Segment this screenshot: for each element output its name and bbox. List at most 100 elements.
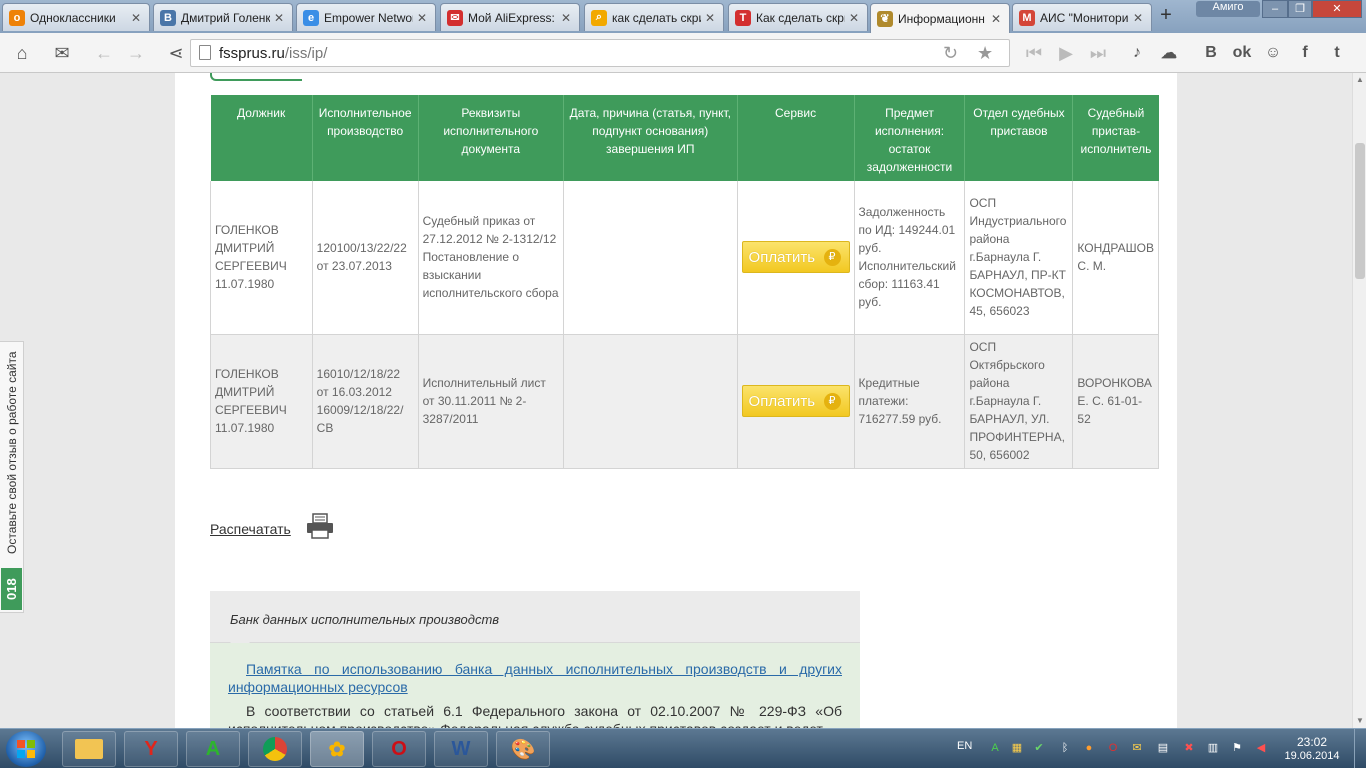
media-play-icon[interactable]: ▶ [1052,39,1080,67]
scroll-down-icon[interactable]: ▼ [1355,716,1365,726]
memo-link[interactable]: Памятка по использованию банка данных ис… [228,661,842,695]
browser-tab[interactable]: ✉ Мой AliExpress: У ✕ [440,3,580,31]
checkmark-tray-icon[interactable]: ✔ [1032,741,1046,755]
browser-tab[interactable]: M АИС "Монитори ✕ [1012,3,1152,31]
music-icon[interactable]: ♪ [1124,40,1150,66]
odnoklassniki-icon[interactable]: ok [1229,40,1255,66]
tray-app-icon[interactable]: ● [1082,741,1096,755]
address-bar[interactable]: fssprus.ru/iss/ip/ ↻ ★ [190,39,1010,67]
chat-icon[interactable]: ☁ [1156,40,1182,66]
feedback-label: Оставьте свой отзыв о работе сайта [5,351,19,555]
column-header-document: Реквизиты исполнительного документа [418,95,565,181]
back-icon[interactable]: ← [90,39,118,67]
bank-panel-title: Банк данных исполнительных производств [210,591,860,643]
header-decoration [210,73,302,81]
cell-debtor: ГОЛЕНКОВ ДМИТРИЙ СЕРГЕЕВИЧ 11.07.1980 [210,181,313,335]
vk-icon[interactable]: B [1198,40,1224,66]
close-window-button[interactable]: ✕ [1312,0,1362,18]
reload-icon[interactable]: ↻ [943,43,958,64]
amigo-icon[interactable]: A [186,731,240,767]
vertical-scrollbar[interactable]: ▲ ▼ [1352,73,1366,728]
print-link[interactable]: Распечатать [210,521,291,537]
forward-icon[interactable]: → [122,39,150,67]
pay-button-label: Оплатить [748,392,816,410]
page-icon [199,45,211,60]
close-tab-icon[interactable]: ✕ [274,11,286,25]
close-tab-icon[interactable]: ✕ [561,11,573,25]
page-icon: T [735,9,751,26]
cell-completion [563,334,738,469]
close-tab-icon[interactable]: ✕ [991,12,1003,26]
home-icon[interactable]: ⌂ [8,39,36,67]
browser-tab[interactable]: e Empower Networ ✕ [296,3,436,31]
close-tab-icon[interactable]: ✕ [1133,11,1145,25]
browser-tab[interactable]: T Как сделать скри ✕ [728,3,868,31]
word-icon[interactable]: W [434,731,488,767]
paint-icon[interactable]: 🎨 [496,731,550,767]
close-tab-icon[interactable]: ✕ [705,11,717,25]
opera-tray-icon[interactable]: O [1106,741,1120,755]
no-connection-icon[interactable]: ✖ [1182,741,1196,755]
table-header-row: Должник Исполнительное производство Рекв… [210,95,1159,181]
volume-muted-icon[interactable]: ◀ [1254,741,1268,755]
ruble-icon: ₽ [823,393,841,410]
close-tab-icon[interactable]: ✕ [849,11,861,25]
show-desktop-button[interactable] [1354,729,1366,768]
feedback-tab[interactable]: Оставьте свой отзыв о работе сайта 018 [0,341,24,613]
network-icon[interactable]: ▥ [1206,741,1220,755]
amigo-tray-icon[interactable]: A [988,741,1002,755]
system-clock[interactable]: 23:02 19.06.2014 [1280,735,1344,763]
browser-tab[interactable]: В Дмитрий Голенк ✕ [153,3,293,31]
bluetooth-icon[interactable]: ᛒ [1058,741,1072,755]
media-next-icon[interactable]: ⏭ [1084,39,1112,67]
url-host: fssprus.ru [219,45,285,62]
cell-service: Оплатить ₽ [737,334,855,469]
cell-document: Исполнительный лист от 30.11.2011 № 2-32… [418,334,565,469]
profile-name[interactable]: Амиго [1196,1,1260,17]
file-explorer-icon[interactable] [62,731,116,767]
yandex-browser-icon[interactable]: Y [124,731,178,767]
keyboard-tray-icon[interactable]: ▤ [1156,741,1170,755]
cell-document: Судебный приказ от 27.12.2012 № 2-1312/1… [418,181,565,335]
scrollbar-thumb[interactable] [1355,143,1365,279]
facebook-icon[interactable]: f [1292,40,1318,66]
share-icon[interactable]: ⋖ [162,39,190,67]
printer-icon[interactable] [305,513,335,539]
page-viewport: Должник Исполнительное производство Рекв… [0,73,1352,728]
browser-tab[interactable]: о Одноклассники ✕ [2,3,150,31]
chrome-icon[interactable] [248,731,302,767]
browser-tab[interactable]: ⌕ как сделать скри ✕ [584,3,724,31]
start-button[interactable] [6,731,46,767]
table-row: ГОЛЕНКОВ ДМИТРИЙ СЕРГЕЕВИЧ 11.07.1980 12… [210,181,1159,335]
pay-button[interactable]: Оплатить ₽ [741,241,850,274]
media-prev-icon[interactable]: ⏮ [1020,39,1048,67]
opera-icon[interactable]: O [372,731,426,767]
table-row: ГОЛЕНКОВ ДМИТРИЙ СЕРГЕЕВИЧ 11.07.1980 16… [210,334,1159,469]
cell-debtor: ГОЛЕНКОВ ДМИТРИЙ СЕРГЕЕВИЧ 11.07.1980 [210,334,313,469]
network-tray-icon[interactable]: ▦ [1010,741,1024,755]
browser-tab-active[interactable]: ❦ Информационн ✕ [870,3,1010,33]
cell-proceeding: 120100/13/22/22 от 23.07.2013 [312,181,419,335]
icq-mail-icon[interactable]: ✿ [310,731,364,767]
maximize-button[interactable]: ❐ [1288,0,1312,18]
bookmark-star-icon[interactable]: ★ [977,43,993,64]
empower-icon: e [303,9,319,26]
mail-tray-icon[interactable]: ✉ [1130,741,1144,755]
moimir-icon[interactable]: ☺ [1260,40,1286,66]
ruble-icon: ₽ [823,249,841,267]
minimize-button[interactable]: – [1262,0,1288,18]
cell-bailiff: КОНДРАШОВ С. М. [1072,181,1159,335]
cell-subject: Задолженность по ИД: 149244.01 руб. Испо… [854,181,966,335]
new-tab-button[interactable]: + [1154,5,1178,27]
twitter-icon[interactable]: t [1324,40,1350,66]
mail-icon[interactable]: ✉ [48,39,76,67]
close-tab-icon[interactable]: ✕ [131,11,143,25]
pay-button[interactable]: Оплатить ₽ [741,385,850,417]
fssp-emblem-icon: ❦ [877,10,893,27]
flag-icon[interactable]: ⚑ [1230,741,1244,755]
pay-button-label: Оплатить [748,248,816,266]
scroll-up-icon[interactable]: ▲ [1355,75,1365,85]
close-tab-icon[interactable]: ✕ [417,11,429,25]
system-tray: EN A ▦ ✔ ᛒ ● O ✉ ▤ ✖ ▥ ⚑ ◀ 23:02 19.06.2… [950,729,1366,768]
language-indicator[interactable]: EN [957,740,972,752]
